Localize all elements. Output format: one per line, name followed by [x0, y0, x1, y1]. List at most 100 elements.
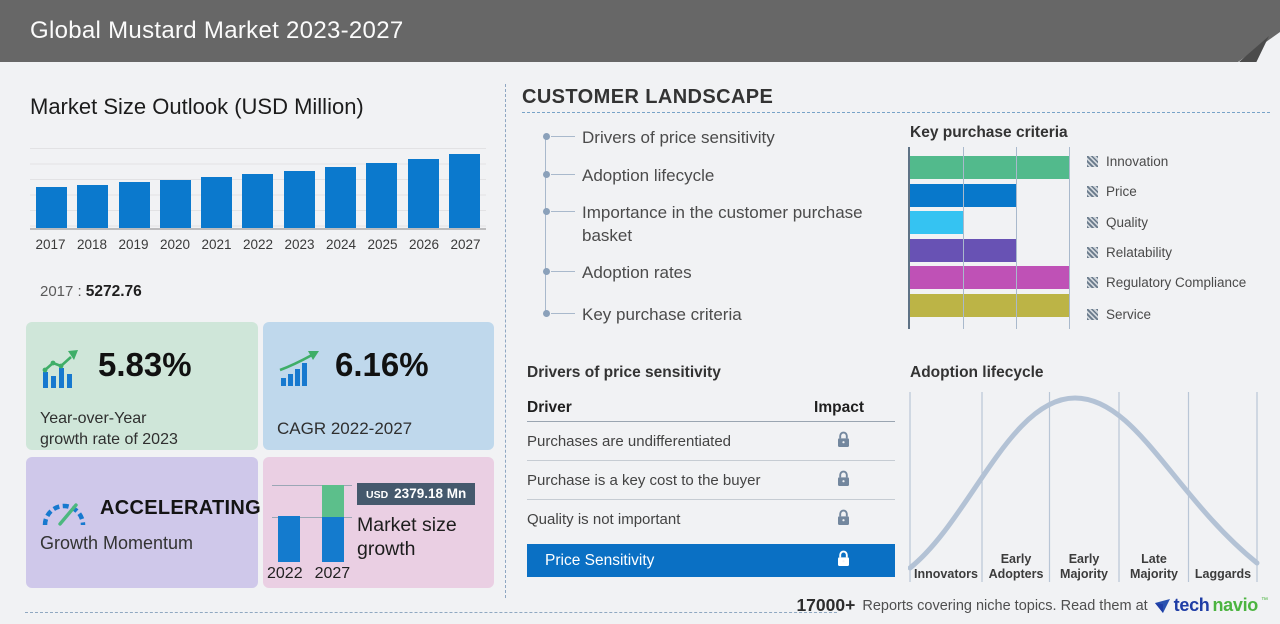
year-tick-label: 2017 — [30, 237, 71, 252]
customer-landscape-title: CUSTOMER LANDSCAPE — [522, 86, 773, 109]
market-growth-card: 2022 2027 USD 2379.18 Mn Market size gro… — [263, 457, 494, 588]
momentum-label: Growth Momentum — [40, 533, 193, 554]
table-header: Driver Impact — [527, 394, 895, 422]
year-tick-label: 2020 — [155, 237, 196, 252]
legend-item: Service — [1087, 307, 1151, 322]
list-bullet-icon — [543, 171, 550, 178]
table-row: Purchase is a key cost to the buyer — [527, 461, 895, 500]
legend-item: Innovation — [1087, 154, 1168, 169]
report-count: 17000+ — [796, 595, 855, 616]
market-size-bar — [201, 177, 232, 228]
year-tick-label: 2021 — [196, 237, 237, 252]
year-tick-label: 2023 — [279, 237, 320, 252]
growth-mini-chart — [272, 480, 352, 562]
price-sensitivity-table: Driver Impact Purchases are undifferenti… — [527, 394, 895, 577]
page-title: Global Mustard Market 2023-2027 — [30, 17, 404, 45]
adoption-stage-label: Early Majority — [1049, 552, 1119, 582]
mini-year-end: 2027 — [315, 565, 351, 583]
key-purchase-bar — [910, 156, 1069, 179]
key-purchase-legend: Innovation Price Quality Relatability Regula… — [1087, 147, 1280, 329]
impact-lock — [833, 470, 853, 491]
driver-column-header: Driver — [527, 399, 572, 417]
year-tick-label: 2022 — [238, 237, 279, 252]
speedometer-icon — [40, 493, 88, 531]
cagr-trend-icon — [279, 350, 321, 388]
technavio-logo[interactable]: technavio ™ — [1155, 595, 1268, 616]
impact-column-header: Impact — [811, 399, 867, 417]
market-size-bar — [408, 159, 439, 228]
adoption-lifecycle-chart: InnovatorsEarly AdoptersEarly MajorityLa… — [908, 388, 1262, 585]
key-purchase-chart — [908, 147, 1071, 329]
growth-amount: 2379.18 Mn — [394, 486, 466, 501]
legend-label: Quality — [1106, 215, 1148, 230]
market-size-bar — [449, 154, 480, 228]
market-size-bar — [242, 174, 273, 228]
legend-swatch-icon — [1087, 217, 1098, 228]
customer-landscape-item: Key purchase criteria — [582, 304, 742, 327]
customer-landscape-item: Drivers of price sensitivity — [582, 127, 775, 150]
driver-label: Quality is not important — [527, 511, 680, 528]
driver-label: Purchases are undifferentiated — [527, 433, 731, 450]
growth-mini-years: 2022 2027 — [267, 565, 357, 583]
legend-label: Relatability — [1106, 245, 1172, 260]
lock-icon — [837, 550, 850, 567]
customer-landscape-item: Adoption rates — [582, 262, 692, 285]
list-bullet-icon — [543, 133, 550, 140]
key-purchase-bar — [910, 211, 963, 234]
impact-lock — [833, 509, 853, 530]
market-size-year-axis: 2017201820192020202120222023202420252026… — [30, 237, 486, 252]
cagr-card: 6.16% CAGR 2022-2027 — [263, 322, 494, 450]
list-connector-dash — [551, 313, 575, 314]
adoption-stage-label: Innovators — [911, 567, 981, 582]
year-tick-label: 2025 — [362, 237, 403, 252]
price-sensitivity-highlight-row: Price Sensitivity — [527, 544, 895, 577]
legend-swatch-icon — [1087, 186, 1098, 197]
list-connector-dash — [551, 271, 575, 272]
yoy-growth-value: 5.83% — [98, 346, 192, 384]
adoption-lifecycle-title: Adoption lifecycle — [910, 364, 1044, 382]
highlight-label: Price Sensitivity — [545, 552, 654, 570]
footer-divider — [25, 612, 837, 613]
legend-label: Innovation — [1106, 154, 1168, 169]
lock-icon — [833, 550, 853, 572]
legend-item: Price — [1087, 184, 1137, 199]
key-purchase-title: Key purchase criteria — [910, 124, 1068, 142]
legend-label: Regulatory Compliance — [1106, 275, 1246, 290]
base-year-label: 2017 : — [40, 283, 82, 300]
lock-icon — [837, 431, 850, 448]
year-tick-label: 2026 — [404, 237, 445, 252]
brand-tech: tech — [1174, 595, 1210, 616]
impact-lock — [833, 431, 853, 452]
table-row: Quality is not important — [527, 500, 895, 539]
customer-landscape-list: Drivers of price sensitivity Adoption lif… — [540, 120, 910, 335]
list-connector-dash — [551, 136, 575, 137]
table-row: Purchases are undifferentiated — [527, 422, 895, 461]
adoption-stage-label: Early Adopters — [981, 552, 1051, 582]
lock-icon — [837, 470, 850, 487]
currency-label: USD — [366, 489, 388, 501]
growth-label: Market size growth — [357, 513, 457, 562]
year-tick-label: 2024 — [321, 237, 362, 252]
market-size-bar — [77, 185, 108, 229]
driver-label: Purchase is a key cost to the buyer — [527, 472, 760, 489]
list-bullet-icon — [543, 310, 550, 317]
legend-swatch-icon — [1087, 156, 1098, 167]
market-size-bar — [366, 163, 397, 228]
year-tick-label: 2018 — [72, 237, 113, 252]
mini-bar-2027-base — [322, 517, 344, 562]
list-bullet-icon — [543, 268, 550, 275]
list-bullet-icon — [543, 208, 550, 215]
key-purchase-bar — [910, 294, 1069, 317]
customer-landscape-item: Adoption lifecycle — [582, 165, 714, 188]
list-connector-dash — [551, 211, 575, 212]
price-sensitivity-title: Drivers of price sensitivity — [527, 364, 721, 382]
market-size-bar — [325, 167, 356, 228]
growth-amount-badge: USD 2379.18 Mn — [357, 483, 475, 505]
base-year-stat: 2017 :5272.76 — [40, 283, 142, 301]
market-size-bar — [119, 182, 150, 228]
market-size-title: Market Size Outlook (USD Million) — [30, 94, 364, 120]
brand-navio: navio — [1212, 595, 1258, 616]
bar-growth-icon — [42, 348, 80, 390]
lock-icon — [837, 509, 850, 526]
adoption-stage-label: Late Majority — [1119, 552, 1189, 582]
